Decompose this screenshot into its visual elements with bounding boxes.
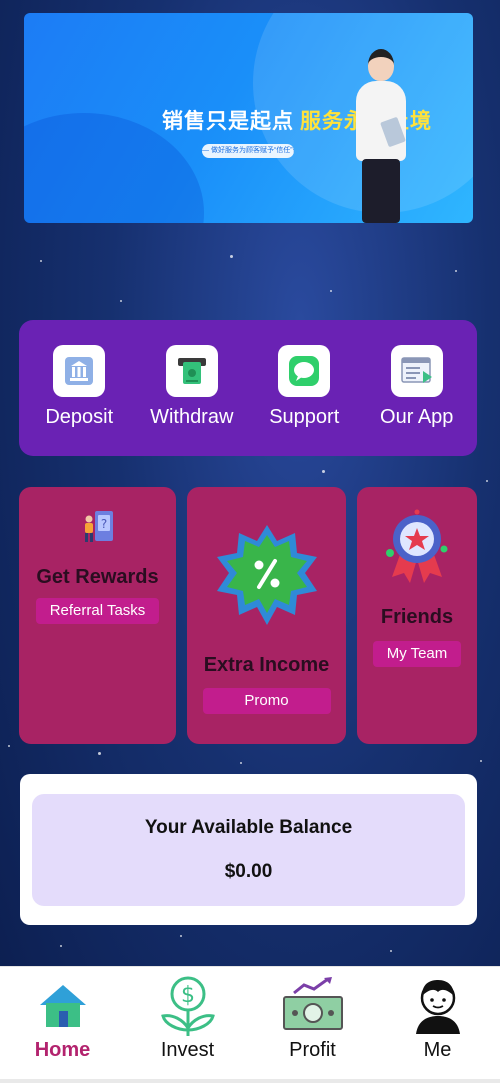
withdraw-button[interactable]: Withdraw bbox=[138, 320, 246, 456]
support-label: Support bbox=[269, 406, 340, 428]
deposit-button[interactable]: Deposit bbox=[25, 320, 133, 456]
tab-me-label: Me bbox=[423, 1039, 452, 1061]
app-window-icon bbox=[390, 345, 443, 397]
atm-withdraw-icon bbox=[165, 345, 218, 397]
banner-person-illustration bbox=[350, 49, 412, 223]
promo-banner[interactable]: 销售只是起点服务永无止境 — 做好服务为顾客赋予“信任”价值 — bbox=[24, 13, 473, 223]
balance-title: Your Available Balance bbox=[144, 817, 353, 838]
tab-invest[interactable]: $ Invest bbox=[125, 967, 250, 1083]
friends-card[interactable]: Friends My Team bbox=[357, 487, 477, 744]
tab-profit-label: Profit bbox=[289, 1039, 336, 1061]
referral-document-icon: ? bbox=[78, 507, 118, 552]
user-avatar-icon bbox=[405, 975, 471, 1037]
extra-income-card[interactable]: Extra Income Promo bbox=[187, 487, 346, 744]
our-app-button[interactable]: Our App bbox=[363, 320, 471, 456]
get-rewards-title: Get Rewards bbox=[36, 566, 159, 588]
tab-me[interactable]: Me bbox=[375, 967, 500, 1083]
balance-panel: Your Available Balance $0.00 bbox=[32, 794, 465, 906]
tab-profit[interactable]: Profit bbox=[250, 967, 375, 1083]
balance-amount: $0.00 bbox=[224, 861, 273, 882]
tab-invest-label: Invest bbox=[160, 1039, 215, 1061]
deposit-label: Deposit bbox=[45, 406, 114, 428]
banknote-chart-icon bbox=[280, 975, 346, 1037]
get-rewards-card[interactable]: ? Get Rewards Referral Tasks bbox=[19, 487, 176, 744]
withdraw-label: Withdraw bbox=[150, 406, 234, 428]
chat-bubble-icon bbox=[278, 345, 331, 397]
banner-tagline: — 做好服务为顾客赋予“信任”价值 — bbox=[202, 144, 294, 158]
money-plant-icon: $ bbox=[155, 975, 221, 1037]
discount-badge-icon bbox=[213, 521, 321, 634]
tabbar-bottom-edge bbox=[0, 1079, 500, 1083]
my-team-button[interactable]: My Team bbox=[372, 641, 462, 667]
bank-icon bbox=[53, 345, 106, 397]
promo-button[interactable]: Promo bbox=[202, 688, 331, 714]
friends-title: Friends bbox=[380, 606, 454, 628]
support-button[interactable]: Support bbox=[250, 320, 358, 456]
tab-home[interactable]: Home bbox=[0, 967, 125, 1083]
svg-text:$: $ bbox=[181, 983, 195, 1008]
our-app-label: Our App bbox=[380, 406, 454, 428]
extra-income-title: Extra Income bbox=[203, 654, 330, 676]
home-icon bbox=[30, 975, 96, 1037]
balance-card: Your Available Balance $0.00 bbox=[20, 774, 477, 925]
bottom-tab-bar: Home $ Invest Profit Me bbox=[0, 966, 500, 1083]
referral-tasks-button[interactable]: Referral Tasks bbox=[35, 598, 160, 624]
quick-actions-panel: Deposit Withdraw Support Our App bbox=[19, 320, 477, 456]
tab-home-label: Home bbox=[34, 1039, 91, 1061]
award-ribbon-icon bbox=[382, 509, 452, 590]
svg-text:?: ? bbox=[100, 517, 106, 531]
